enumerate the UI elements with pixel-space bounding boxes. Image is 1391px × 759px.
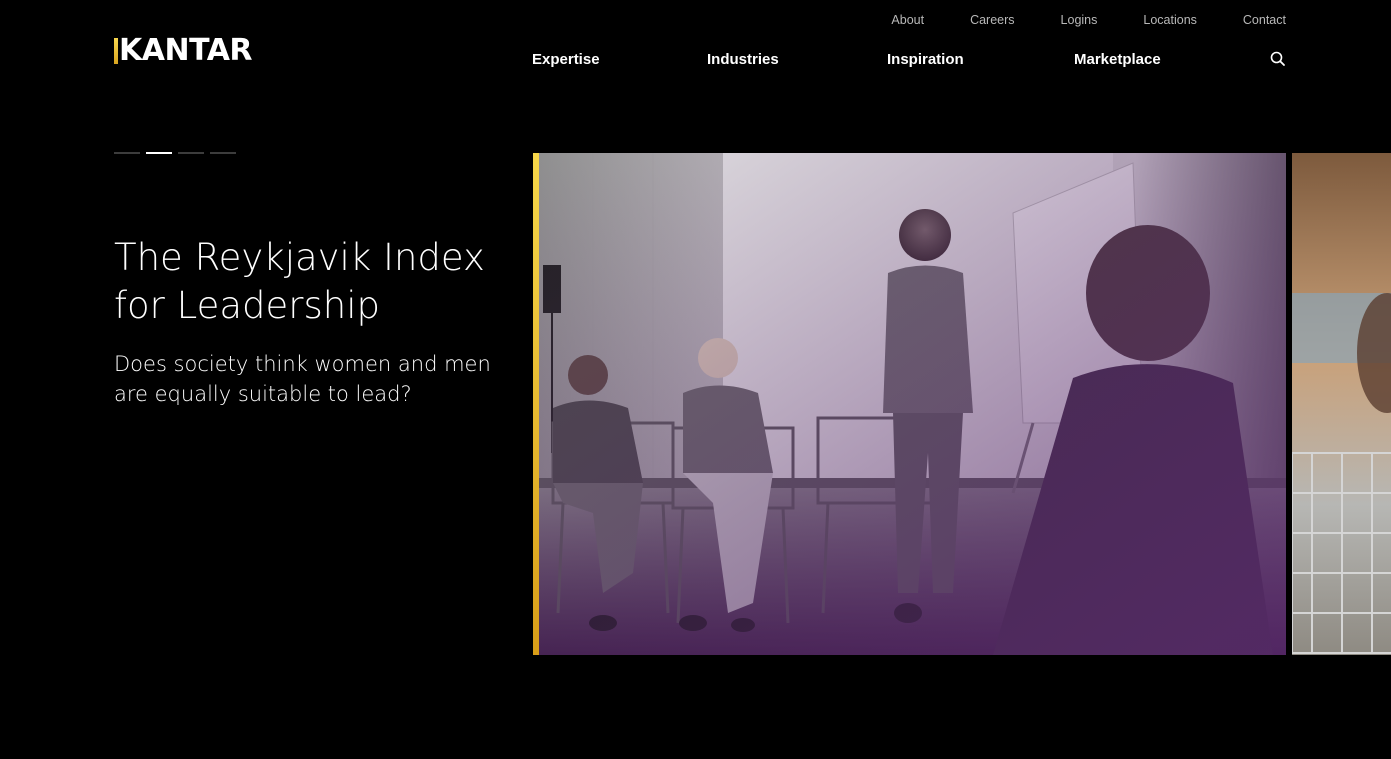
hero-subtitle: Does society think women and men are equ… [114,349,494,409]
hero-title-line-1: The Reykjavik Index [114,236,485,279]
hero-image-accent-bar [533,153,539,655]
search-button[interactable] [1270,51,1286,67]
hero-title[interactable]: The Reykjavik Index for Leadership [114,234,494,330]
carousel-dot-2[interactable] [146,152,172,154]
carousel-dot-1[interactable] [114,152,140,154]
hero-subtitle-line-1: Does society think women and men [114,352,491,376]
util-link-locations[interactable]: Locations [1143,13,1197,27]
hero-photo-presentation [533,153,1286,655]
util-link-contact[interactable]: Contact [1243,13,1286,27]
util-link-logins[interactable]: Logins [1061,13,1098,27]
hero-title-line-2: for Leadership [114,284,380,327]
util-link-careers[interactable]: Careers [970,13,1014,27]
page: KANTAR About Careers Logins Locations Co… [0,0,1391,759]
util-link-about[interactable]: About [891,13,924,27]
hero-image[interactable] [533,153,1286,655]
carousel-indicators [114,152,236,154]
nav-expertise[interactable]: Expertise [532,51,600,68]
search-icon [1270,51,1285,66]
utility-nav: About Careers Logins Locations Contact [891,12,1286,28]
next-slide-photo [1292,153,1391,655]
logo-accent-bar [114,38,118,64]
hero-subtitle-line-2: are equally suitable to lead? [114,382,412,406]
nav-industries[interactable]: Industries [707,51,779,68]
nav-marketplace[interactable]: Marketplace [1074,51,1161,68]
next-slide-preview[interactable] [1292,153,1391,655]
carousel-dot-3[interactable] [178,152,204,154]
kantar-logo[interactable]: KANTAR [114,33,253,68]
carousel-dot-4[interactable] [210,152,236,154]
nav-inspiration[interactable]: Inspiration [887,51,964,68]
logo-text: KANTAR [119,33,253,68]
